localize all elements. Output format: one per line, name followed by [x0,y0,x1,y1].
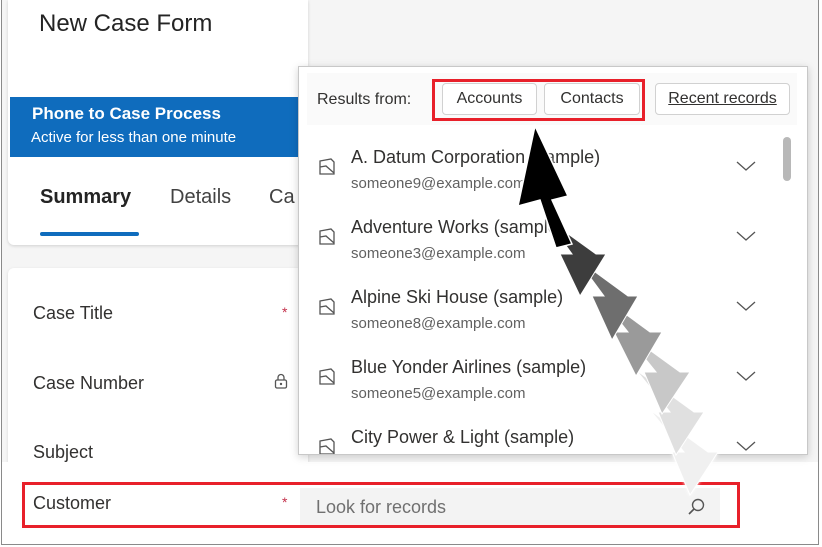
case-title-label: Case Title [33,303,114,323]
record-email: someone5@example.com [351,385,526,402]
page-title: New Case Form [39,10,213,37]
case-number-label: Case Number [33,373,145,393]
subject-label: Subject [33,442,94,462]
required-indicator: * [282,304,288,320]
customer-label: Customer [33,493,112,513]
process-name: Phone to Case Process [32,104,221,123]
record-email: someone8@example.com [351,315,526,332]
tab-case[interactable]: Ca [269,186,295,209]
record-name: A. Datum Corporation (sample) [351,147,601,167]
account-icon [319,228,335,245]
required-indicator: * [282,494,288,510]
list-item[interactable]: Alpine Ski House (sample) someone8@examp… [299,275,779,345]
account-icon [319,298,335,315]
recent-records-button[interactable]: Recent records [655,83,790,115]
record-name: Blue Yonder Airlines (sample) [351,357,587,377]
record-name: Adventure Works (sample) [351,217,564,237]
list-item[interactable]: A. Datum Corporation (sample) someone9@e… [299,135,779,205]
results-filter-bar: Results from: Accounts Contacts Recent r… [307,73,797,125]
lookup-results-flyout: Results from: Accounts Contacts Recent r… [298,66,808,455]
list-item[interactable]: City Power & Light (sample) someone6@exa… [299,415,779,454]
account-icon [319,368,335,385]
list-item[interactable]: Adventure Works (sample) someone3@exampl… [299,205,779,275]
tab-summary[interactable]: Summary [40,186,131,209]
process-status: Active for less than one minute [31,129,237,146]
summary-section [8,268,308,468]
active-tab-indicator [40,232,139,236]
list-item[interactable]: Blue Yonder Airlines (sample) someone5@e… [299,345,779,415]
record-email: someone9@example.com [351,175,526,192]
chevron-down-icon[interactable] [735,299,757,313]
record-email: someone3@example.com [351,245,526,262]
record-name: Alpine Ski House (sample) [351,287,564,307]
chevron-down-icon[interactable] [735,369,757,383]
chevron-down-icon[interactable] [735,439,757,453]
business-process-flow[interactable]: Phone to Case Process Active for less th… [10,97,300,157]
record-name: City Power & Light (sample) [351,427,575,447]
chevron-down-icon[interactable] [735,229,757,243]
customer-highlight-box [22,482,740,528]
account-icon [319,158,335,175]
results-from-label: Results from: [317,91,412,108]
account-icon [319,438,335,454]
lock-icon [274,373,288,389]
tab-details[interactable]: Details [170,186,231,209]
chevron-down-icon[interactable] [735,159,757,173]
filters-highlight-box [432,79,645,121]
scrollbar-thumb[interactable] [783,137,791,181]
